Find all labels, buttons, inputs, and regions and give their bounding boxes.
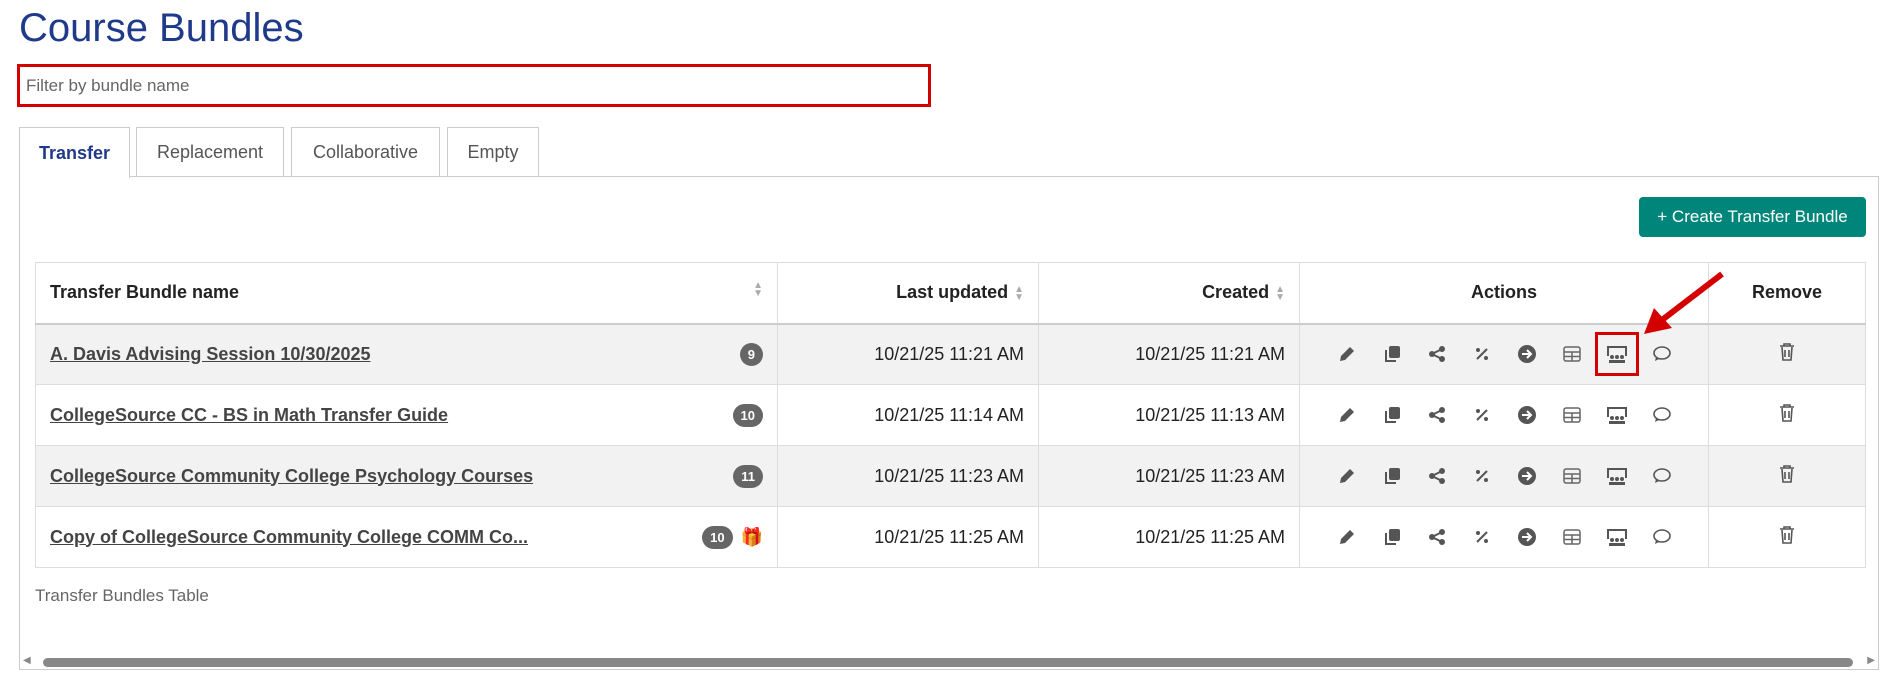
created-cell: 10/21/25 11:25 AM [1038,506,1300,568]
col-name[interactable]: Transfer Bundle name ▲ ▼ [35,262,778,325]
classroom-icon[interactable] [1604,402,1630,428]
course-count-badge: 10 [702,525,733,549]
red-arrow-annotation [1644,271,1724,334]
table-icon[interactable] [1559,524,1585,550]
comment-icon[interactable] [1649,341,1675,367]
copy-icon[interactable] [1379,524,1405,550]
comment-icon[interactable] [1649,524,1675,550]
created-cell: 10/21/25 11:23 AM [1038,445,1300,507]
classroom-icon[interactable] [1594,332,1639,377]
course-count-badge: 11 [733,464,763,488]
comment-icon[interactable] [1649,402,1675,428]
table-row: A. Davis Advising Session 10/30/2025 9 10… [35,323,1866,385]
created-cell: 10/21/25 11:21 AM [1038,323,1300,385]
percent-icon[interactable] [1469,524,1495,550]
table-row: CollegeSource Community College Psycholo… [35,445,1866,507]
tab-replacement[interactable]: Replacement [136,127,284,177]
bundle-name-link[interactable]: CollegeSource Community College Psycholo… [50,466,533,487]
arrow-circle-right-icon[interactable] [1514,341,1540,367]
trash-icon[interactable] [1778,464,1796,488]
col-created[interactable]: Created ▲ ▼ [1038,262,1300,325]
table-icon[interactable] [1559,402,1585,428]
table-row: CollegeSource CC - BS in Math Transfer G… [35,384,1866,446]
copy-icon[interactable] [1379,402,1405,428]
arrow-circle-right-icon[interactable] [1514,463,1540,489]
sort-icon[interactable]: ▲ ▼ [1275,284,1285,302]
table-icon[interactable] [1559,463,1585,489]
bundle-name-link[interactable]: Copy of CollegeSource Community College … [50,527,528,548]
percent-icon[interactable] [1469,463,1495,489]
comment-icon[interactable] [1649,463,1675,489]
copy-icon[interactable] [1379,463,1405,489]
course-count-badge: 9 [739,342,763,366]
table-icon[interactable] [1559,341,1585,367]
copy-icon[interactable] [1379,341,1405,367]
course-count-badge: 10 [732,403,763,427]
tab-collaborative[interactable]: Collaborative [291,127,440,177]
col-remove: Remove [1708,262,1866,325]
last-updated-cell: 10/21/25 11:23 AM [777,445,1039,507]
percent-icon[interactable] [1469,402,1495,428]
filter-input[interactable] [17,64,931,107]
arrow-circle-right-icon[interactable] [1514,402,1540,428]
edit-icon[interactable] [1334,463,1360,489]
share-icon[interactable] [1424,341,1450,367]
created-cell: 10/21/25 11:13 AM [1038,384,1300,446]
sort-icon[interactable]: ▲ ▼ [753,281,763,299]
classroom-icon[interactable] [1604,524,1630,550]
percent-icon[interactable] [1469,341,1495,367]
sort-icon[interactable]: ▲ ▼ [1014,284,1024,302]
gift-icon: 🎁 [740,526,763,547]
bundle-name-link[interactable]: CollegeSource CC - BS in Math Transfer G… [50,405,448,426]
col-last-updated[interactable]: Last updated ▲ ▼ [777,262,1039,325]
edit-icon[interactable] [1334,524,1360,550]
table-caption: Transfer Bundles Table [35,586,209,605]
trash-icon[interactable] [1778,525,1796,549]
edit-icon[interactable] [1334,341,1360,367]
tab-empty[interactable]: Empty [447,127,539,177]
create-transfer-bundle-button[interactable]: + Create Transfer Bundle [1639,197,1866,237]
share-icon[interactable] [1424,524,1450,550]
bundle-name-link[interactable]: A. Davis Advising Session 10/30/2025 [50,344,371,365]
share-icon[interactable] [1424,463,1450,489]
last-updated-cell: 10/21/25 11:14 AM [777,384,1039,446]
trash-icon[interactable] [1778,403,1796,427]
table-row: Copy of CollegeSource Community College … [35,506,1866,568]
tab-transfer[interactable]: Transfer [19,127,130,178]
edit-icon[interactable] [1334,402,1360,428]
page-title: Course Bundles [19,6,304,50]
horizontal-scrollbar[interactable]: ◀ ▶ [23,655,1875,669]
arrow-circle-right-icon[interactable] [1514,524,1540,550]
share-icon[interactable] [1424,402,1450,428]
classroom-icon[interactable] [1604,463,1630,489]
transfer-bundles-table: Transfer Bundle name ▲ ▼ Last updated ▲ ▼ Cr… [35,262,1866,568]
last-updated-cell: 10/21/25 11:21 AM [777,323,1039,385]
trash-icon[interactable] [1778,342,1796,366]
last-updated-cell: 10/21/25 11:25 AM [777,506,1039,568]
